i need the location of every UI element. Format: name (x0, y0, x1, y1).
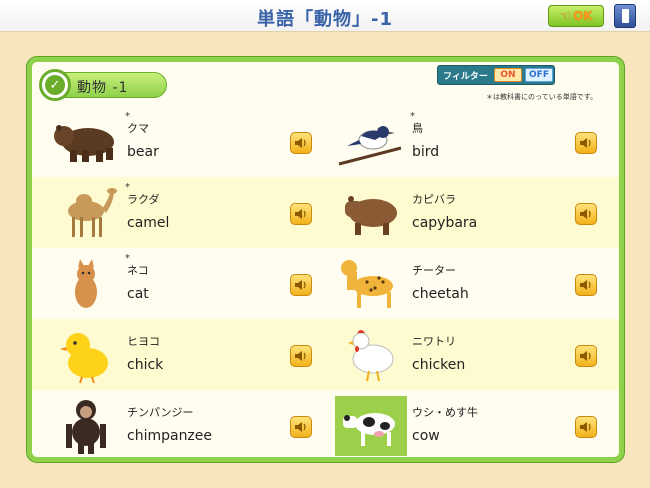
speaker-icon (580, 209, 591, 219)
camel-image (68, 188, 117, 237)
word-card-capybara: カピバラ capybara (317, 177, 607, 248)
word-panel: ✓ 動物 -1 フィルター ON OFF ＊は教科書にのっている単語です。 * … (27, 57, 624, 462)
word-card-chicken: ニワトリ chicken (317, 319, 607, 390)
word-kana: 鳥 (412, 122, 423, 135)
word-kana: クマ (127, 122, 149, 135)
bird-image (338, 126, 402, 166)
play-sound-button[interactable] (575, 203, 597, 225)
word-kana: チーター (412, 264, 456, 277)
word-english: camel (127, 215, 170, 231)
chick-image (60, 333, 108, 384)
play-sound-button[interactable] (575, 274, 597, 296)
speaker-icon (295, 138, 306, 148)
word-card-cheetah: チーター cheetah (317, 248, 607, 319)
speaker-icon (295, 280, 306, 290)
exit-button[interactable] (614, 4, 636, 28)
word-english: chimpanzee (127, 428, 213, 444)
speaker-icon (580, 351, 591, 361)
play-sound-button[interactable] (290, 345, 312, 367)
filter-off-button[interactable]: OFF (525, 68, 553, 82)
filter-control: フィルター ON OFF (437, 65, 555, 85)
cheetah-image (341, 260, 393, 308)
word-kana: ラクダ (127, 193, 160, 206)
word-kana: ウシ・めす牛 (412, 406, 478, 419)
word-kana: チンパンジー (127, 406, 194, 419)
play-sound-button[interactable] (290, 203, 312, 225)
word-row: チンパンジー chimpanzee ウシ・めす牛 cow (32, 390, 619, 461)
ok-button[interactable]: ☜ OK (548, 5, 604, 27)
word-row: ヒヨコ chick ニワトリ chicken (32, 319, 619, 390)
word-card-cow: ウシ・めす牛 cow (317, 390, 607, 461)
top-bar: 単語「動物」-1 ☜ OK (0, 0, 650, 32)
word-card-camel: * ラクダ camel (32, 177, 322, 248)
play-sound-button[interactable] (290, 416, 312, 438)
word-card-chick: ヒヨコ chick (32, 319, 322, 390)
category-tab: ✓ 動物 -1 (39, 69, 167, 101)
cat-image (75, 259, 97, 308)
play-sound-button[interactable] (575, 132, 597, 154)
word-card-cat: * ネコ cat (32, 248, 322, 319)
play-sound-button[interactable] (290, 132, 312, 154)
word-row: * ラクダ camel カピバラ capybara (32, 177, 619, 248)
word-row: * ネコ cat チーター cheetah (32, 248, 619, 319)
speaker-icon (295, 351, 306, 361)
word-english: bear (127, 144, 159, 160)
textbook-note: ＊は教科書にのっている単語です。 (486, 93, 597, 101)
speaker-icon (580, 280, 591, 290)
play-sound-button[interactable] (290, 274, 312, 296)
capybara-image (345, 196, 397, 235)
word-english: cat (127, 286, 149, 302)
speaker-icon (580, 422, 591, 432)
filter-label: フィルター (443, 72, 488, 82)
word-english: cheetah (412, 286, 469, 302)
pointing-hand-icon: ☜ (559, 8, 572, 24)
play-sound-button[interactable] (575, 345, 597, 367)
speaker-icon (295, 209, 306, 219)
word-list: * クマ bear * 鳥 bird * ラクダ camel カピバラ capy… (32, 106, 619, 461)
panel-header: ✓ 動物 -1 フィルター ON OFF ＊は教科書にのっている単語です。 (32, 62, 619, 106)
word-kana: ネコ (127, 264, 149, 277)
word-english: capybara (412, 215, 478, 231)
filter-on-button[interactable]: ON (494, 68, 522, 82)
speaker-icon (580, 138, 591, 148)
word-english: bird (412, 144, 440, 160)
category-label: 動物 -1 (77, 80, 129, 96)
word-kana: ニワトリ (412, 335, 456, 348)
word-card-bird: * 鳥 bird (317, 106, 607, 177)
bear-image (54, 125, 114, 162)
word-card-chimpanzee: チンパンジー chimpanzee (32, 390, 322, 461)
word-english: chicken (412, 357, 466, 373)
word-card-bear: * クマ bear (32, 106, 322, 177)
word-english: chick (127, 357, 164, 373)
check-icon: ✓ (39, 69, 71, 101)
word-row: * クマ bear * 鳥 bird (32, 106, 619, 177)
play-sound-button[interactable] (575, 416, 597, 438)
word-english: cow (412, 428, 440, 444)
speaker-icon (295, 422, 306, 432)
ok-label: OK (573, 9, 593, 23)
chimpanzee-image (66, 400, 106, 454)
word-kana: ヒヨコ (127, 335, 160, 348)
cow-image (335, 396, 407, 456)
chicken-image (348, 330, 394, 382)
word-kana: カピバラ (412, 193, 456, 206)
